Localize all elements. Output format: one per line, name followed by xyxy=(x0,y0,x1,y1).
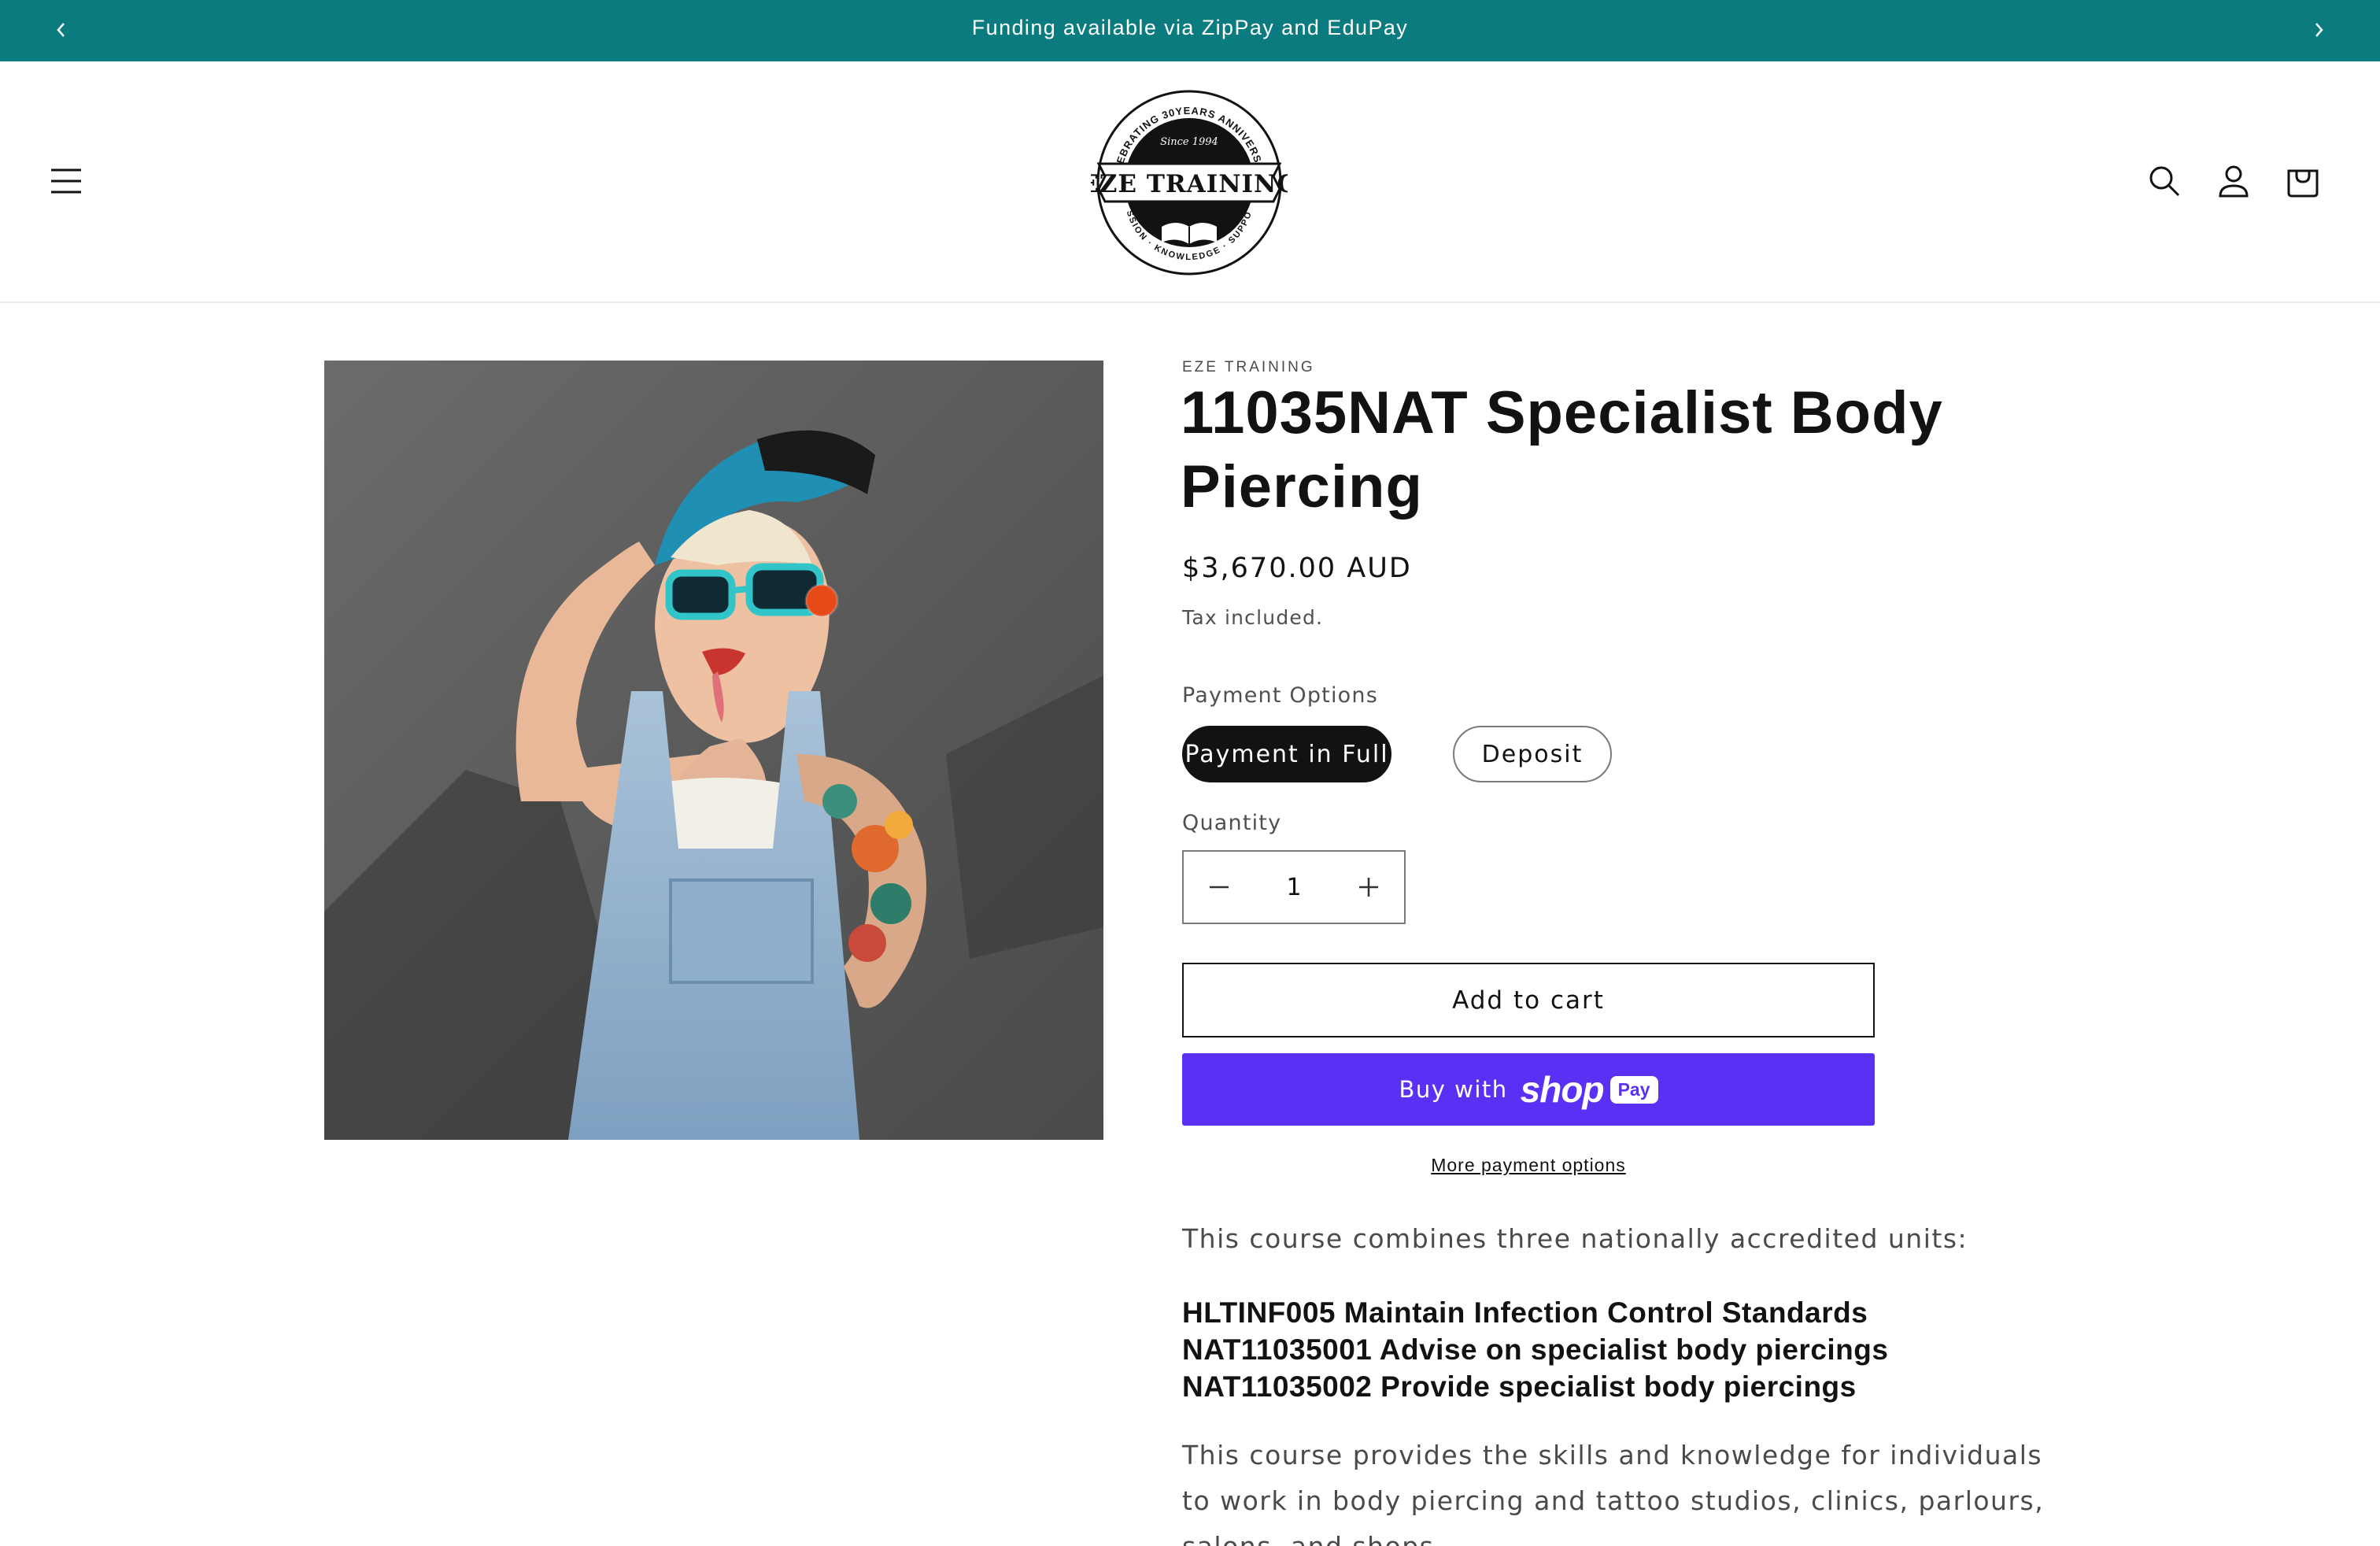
course-units-list: HLTINF005 Maintain Infection Control Sta… xyxy=(1182,1294,1888,1405)
cart-icon[interactable] xyxy=(2281,159,2325,203)
product-price: $3,670.00 AUD xyxy=(1182,553,1412,584)
shop-pay-badge: Pay xyxy=(1609,1075,1658,1104)
description-intro: This course combines three nationally ac… xyxy=(1182,1223,1968,1254)
quantity-stepper xyxy=(1182,850,1406,924)
hamburger-menu-icon[interactable] xyxy=(44,159,88,203)
quantity-input[interactable] xyxy=(1255,852,1333,923)
shop-pay-buy-with: Buy with xyxy=(1399,1076,1508,1103)
course-unit: HLTINF005 Maintain Infection Control Sta… xyxy=(1182,1296,1868,1329)
shop-pay-button[interactable]: Buy with shop Pay xyxy=(1182,1053,1875,1126)
announcement-bar: Funding available via ZipPay and EduPay xyxy=(0,0,2380,61)
search-icon[interactable] xyxy=(2142,159,2186,203)
product-image[interactable] xyxy=(324,361,1103,1140)
eze-training-logo[interactable]: CELEBRATING 30YEARS ANNIVERSARY PASSION … xyxy=(1080,79,1298,277)
quantity-decrease-button[interactable] xyxy=(1184,852,1255,923)
tax-note: Tax included. xyxy=(1182,606,1324,629)
payment-options-label: Payment Options xyxy=(1182,683,1378,708)
add-to-cart-button[interactable]: Add to cart xyxy=(1182,963,1875,1037)
quantity-increase-button[interactable] xyxy=(1333,852,1404,923)
course-unit: NAT11035002 Provide specialist body pier… xyxy=(1182,1370,1857,1403)
account-icon[interactable] xyxy=(2212,159,2256,203)
quantity-label: Quantity xyxy=(1182,811,1282,835)
product-title: 11035NAT Specialist Body Piercing xyxy=(1181,379,1943,520)
site-header: CELEBRATING 30YEARS ANNIVERSARY PASSION … xyxy=(0,61,2380,303)
course-unit: NAT11035001 Advise on specialist body pi… xyxy=(1182,1333,1889,1366)
announcement-message[interactable]: Funding available via ZipPay and EduPay xyxy=(0,0,2380,61)
logo-since-text: Since 1994 xyxy=(1160,136,1218,148)
more-payment-options-link[interactable]: More payment options xyxy=(1182,1155,1875,1176)
product-vendor: EZE TRAINING xyxy=(1182,359,1315,375)
chevron-right-icon[interactable] xyxy=(2304,16,2333,44)
payment-option-full[interactable]: Payment in Full xyxy=(1182,726,1391,782)
description-body: This course provides the skills and know… xyxy=(1182,1440,2045,1546)
shop-pay-logo-text: shop xyxy=(1520,1069,1605,1110)
logo-name-text: EZE TRAINING xyxy=(1091,170,1288,198)
payment-option-deposit[interactable]: Deposit xyxy=(1453,726,1612,782)
